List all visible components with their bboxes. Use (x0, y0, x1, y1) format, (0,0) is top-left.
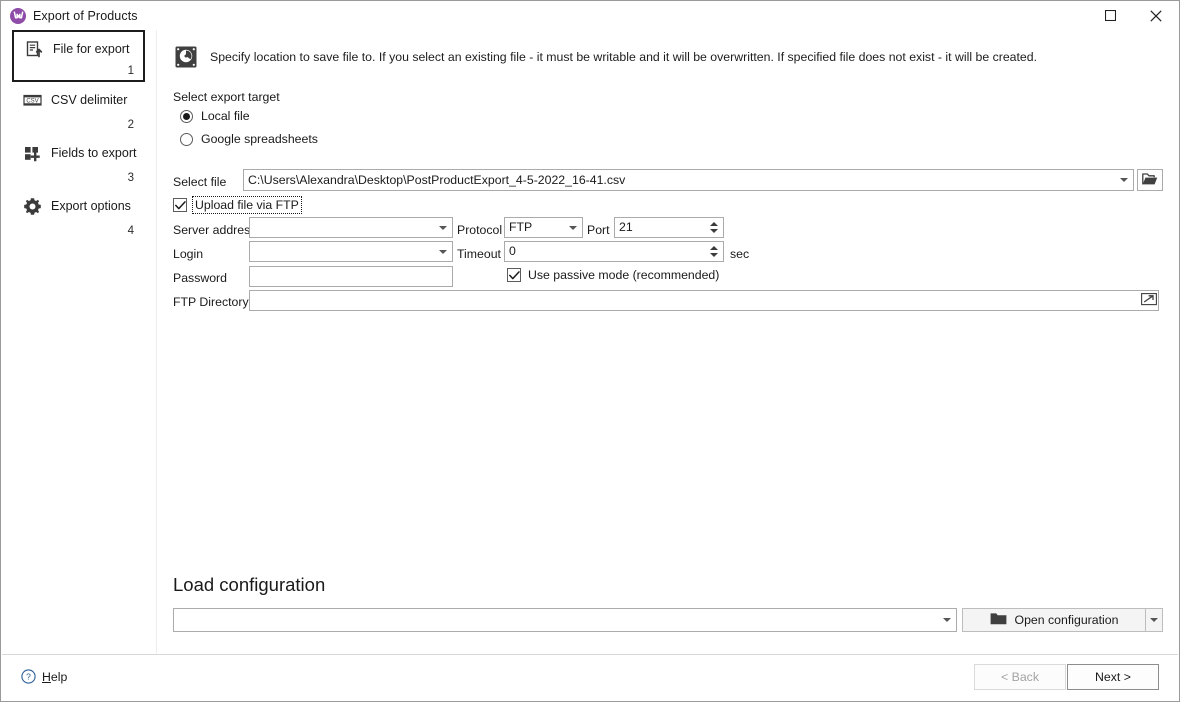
chevron-down-icon[interactable] (1120, 178, 1128, 182)
select-file-label: Select file (173, 175, 227, 189)
open-configuration-dropdown[interactable] (1146, 608, 1163, 632)
select-file-input[interactable]: C:\Users\Alexandra\Desktop\PostProductEx… (243, 169, 1134, 191)
radio-google-spreadsheets-label: Google spreadsheets (201, 132, 318, 146)
port-value: 21 (619, 220, 633, 235)
port-input[interactable]: 21 (614, 217, 724, 238)
port-stepper[interactable] (706, 219, 722, 236)
hint-text: Specify location to save file to. If you… (210, 50, 1038, 64)
login-label: Login (173, 247, 204, 261)
sidebar-item-file-for-export[interactable]: File for export 1 (12, 30, 145, 82)
csv-icon: CSV (21, 90, 43, 110)
fields-add-icon (21, 143, 43, 163)
export-wizard-window: Export of Products File for export 1 CSV… (0, 0, 1180, 702)
back-button[interactable]: < Back (974, 664, 1066, 690)
password-label: Password (173, 271, 227, 285)
help-circle-icon: ? (21, 669, 36, 684)
svg-text:CSV: CSV (26, 98, 38, 104)
window-controls (1087, 1, 1179, 30)
protocol-value: FTP (509, 220, 533, 235)
chevron-down-icon[interactable] (439, 249, 447, 254)
radio-google-spreadsheets-indicator (180, 132, 193, 146)
window-title: Export of Products (33, 8, 138, 23)
maximize-icon[interactable] (1087, 1, 1133, 30)
help-link[interactable]: ? Help (21, 669, 67, 684)
help-link-rest: elp (50, 669, 68, 684)
upload-ftp-checkbox-indicator (173, 198, 187, 212)
server-address-input[interactable] (249, 217, 453, 238)
sidebar-item-number: 3 (127, 172, 134, 184)
browse-file-button[interactable] (1137, 169, 1163, 191)
sidebar-item-csv-delimiter[interactable]: CSV CSV delimiter 2 (12, 83, 145, 135)
folder-icon (990, 612, 1007, 628)
browse-ftp-directory-button[interactable] (1139, 291, 1158, 310)
chevron-down-icon[interactable] (569, 225, 577, 230)
protocol-select[interactable]: FTP (504, 217, 583, 238)
radio-local-file-label: Local file (201, 109, 250, 123)
open-configuration-button-label: Open configuration (1014, 613, 1119, 627)
sidebar-item-label: File for export (53, 42, 130, 56)
svg-text:?: ? (26, 672, 31, 682)
sidebar-item-number: 2 (127, 119, 134, 131)
radio-google-spreadsheets[interactable]: Google spreadsheets (180, 132, 318, 146)
open-folder-icon (1142, 172, 1158, 189)
radio-local-file[interactable]: Local file (180, 109, 250, 123)
password-input[interactable] (249, 266, 453, 287)
passive-mode-checkbox-indicator (507, 268, 521, 282)
sidebar-item-label: Export options (51, 199, 131, 213)
upload-ftp-checkbox[interactable]: Upload file via FTP (173, 196, 302, 214)
chevron-down-icon[interactable] (439, 225, 447, 230)
help-link-label: Help (42, 669, 68, 684)
open-configuration-button[interactable]: Open configuration (962, 608, 1146, 632)
timeout-unit: sec (730, 247, 750, 261)
hint-banner: Specify location to save file to. If you… (173, 44, 1037, 70)
load-configuration-combo[interactable] (173, 608, 957, 632)
sidebar-item-number: 4 (127, 225, 134, 237)
sidebar-item-fields-to-export[interactable]: Fields to export 3 (12, 136, 145, 188)
footer-bar: ? Help < Back Next > (2, 655, 1178, 700)
sidebar-item-export-options[interactable]: Export options 4 (12, 189, 145, 241)
sidebar-item-label: Fields to export (51, 146, 137, 160)
close-icon[interactable] (1133, 1, 1179, 30)
load-configuration-title: Load configuration (173, 574, 326, 595)
file-export-icon (23, 39, 45, 59)
passive-mode-checkbox-label: Use passive mode (recommended) (528, 268, 720, 282)
upload-ftp-checkbox-label: Upload file via FTP (192, 196, 302, 214)
port-label: Port (587, 223, 610, 237)
next-button[interactable]: Next > (1067, 664, 1159, 690)
ftp-directory-label: FTP Directory (173, 295, 249, 309)
chevron-down-icon (1150, 618, 1158, 622)
passive-mode-checkbox[interactable]: Use passive mode (recommended) (507, 268, 719, 282)
open-folder-small-icon (1140, 292, 1157, 309)
select-file-value: C:\Users\Alexandra\Desktop\PostProductEx… (248, 172, 626, 187)
timeout-label: Timeout (457, 247, 501, 261)
timeout-stepper[interactable] (706, 243, 722, 260)
sidebar-item-number: 1 (127, 65, 134, 77)
hard-disk-icon (173, 44, 199, 70)
gear-icon (21, 196, 43, 216)
main-pane: Specify location to save file to. If you… (157, 30, 1178, 655)
server-address-label: Server address (173, 223, 257, 237)
timeout-input[interactable]: 0 (504, 241, 724, 262)
login-input[interactable] (249, 241, 453, 262)
store-icon (10, 7, 26, 24)
ftp-directory-input[interactable] (249, 290, 1159, 311)
timeout-value: 0 (509, 244, 516, 259)
radio-local-file-indicator (180, 109, 193, 123)
wizard-step-sidebar: File for export 1 CSV CSV delimiter 2 Fi… (1, 30, 156, 655)
chevron-down-icon[interactable] (943, 618, 951, 622)
sidebar-item-label: CSV delimiter (51, 93, 128, 107)
export-target-legend: Select export target (173, 90, 280, 104)
title-bar: Export of Products (1, 1, 1179, 30)
protocol-label: Protocol (457, 223, 503, 237)
